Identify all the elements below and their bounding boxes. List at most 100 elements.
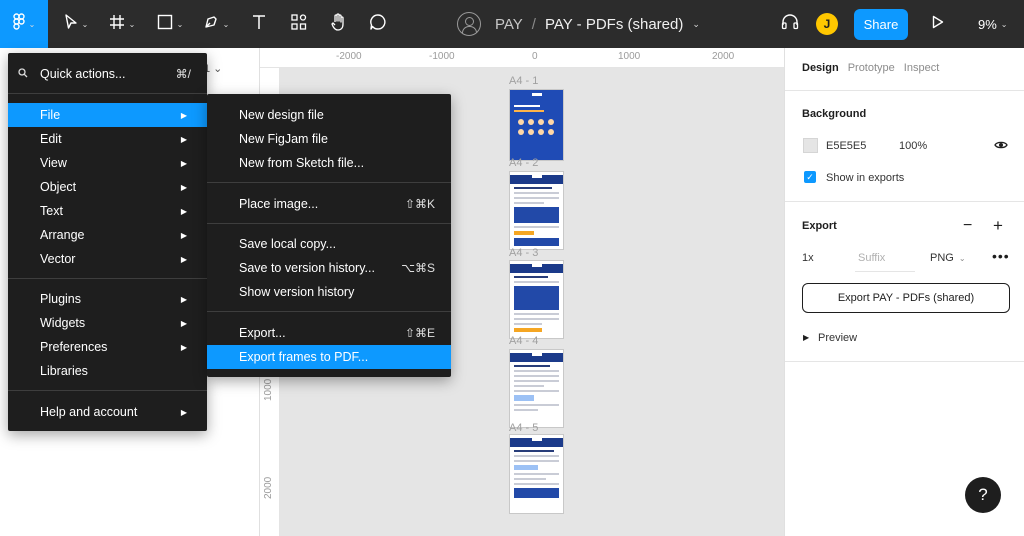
file-name[interactable]: PAY - PDFs (shared) <box>545 16 683 33</box>
menu-item-label: Quick actions... <box>40 67 126 81</box>
menu-item-widgets[interactable]: Widgets ▶ <box>8 311 207 335</box>
remove-export-icon[interactable]: − <box>963 217 972 235</box>
submenu-arrow-icon: ▶ <box>180 318 187 328</box>
hand-tool-button[interactable] <box>327 0 351 48</box>
text-tool-button[interactable] <box>248 0 270 48</box>
toolbar: ⌄ ⌄ ⌄ ⌄ ⌄ PAY / PAY - PDFs (shared) ⌄ J … <box>0 0 1024 48</box>
user-avatar[interactable]: J <box>816 13 838 35</box>
tab-design[interactable]: Design <box>802 62 839 74</box>
menu-item-label: New FigJam file <box>239 132 328 146</box>
suffix-input[interactable]: Suffix <box>858 252 885 264</box>
menu-item-vector[interactable]: Vector ▶ <box>8 247 207 271</box>
menu-item-plugins[interactable]: Plugins ▶ <box>8 287 207 311</box>
eye-icon[interactable] <box>994 140 1008 153</box>
menu-item-arrange[interactable]: Arrange ▶ <box>8 223 207 247</box>
menu-item-label: Show version history <box>239 285 355 299</box>
frame-thumbnail[interactable] <box>509 349 564 428</box>
search-icon <box>18 67 28 81</box>
frame-label[interactable]: A4 - 2 <box>509 157 538 169</box>
frame-thumbnail[interactable] <box>509 171 564 250</box>
menu-item-save-local-copy[interactable]: Save local copy... <box>207 232 451 256</box>
menu-item-new-from-sketch[interactable]: New from Sketch file... <box>207 151 451 175</box>
figma-menu-icon <box>12 13 25 35</box>
chevron-down-icon: ⌄ <box>128 19 136 29</box>
export-section-title: Export <box>802 220 837 232</box>
show-in-exports-checkbox[interactable]: ✓ <box>804 171 816 183</box>
chevron-down-icon: ⌄ <box>1000 19 1008 29</box>
menu-item-help-and-account[interactable]: Help and account ▶ <box>8 400 207 424</box>
main-menu-button[interactable]: ⌄ <box>0 0 48 48</box>
frame-thumbnail[interactable] <box>509 260 564 339</box>
menu-item-file[interactable]: File ▶ <box>8 103 207 127</box>
tab-prototype[interactable]: Prototype <box>848 62 895 74</box>
menu-item-new-figjam-file[interactable]: New FigJam file <box>207 127 451 151</box>
pen-tool-button[interactable]: ⌄ <box>198 0 234 48</box>
submenu-arrow-icon: ▶ <box>180 182 187 192</box>
frame-thumbnail[interactable] <box>509 434 564 514</box>
menu-item-new-design-file[interactable]: New design file <box>207 103 451 127</box>
frame-label[interactable]: A4 - 1 <box>509 75 538 87</box>
background-opacity[interactable]: 100% <box>899 140 927 152</box>
frame-label[interactable]: A4 - 4 <box>509 335 538 347</box>
submenu-arrow-icon: ▶ <box>180 206 187 216</box>
ruler-tick: 2000 <box>263 476 274 499</box>
show-in-exports-label: Show in exports <box>826 172 905 184</box>
ruler-tick: 0 <box>532 51 538 62</box>
caret-right-icon[interactable]: ▶ <box>803 333 809 342</box>
menu-item-export[interactable]: Export... ⇧⌘E <box>207 321 451 345</box>
ruler-tick: -1000 <box>429 51 455 62</box>
frame-label[interactable]: A4 - 3 <box>509 247 538 259</box>
help-button[interactable]: ? <box>965 477 1001 513</box>
menu-item-save-to-version-history[interactable]: Save to version history... ⌥⌘S <box>207 256 451 280</box>
move-tool-button[interactable]: ⌄ <box>58 0 94 48</box>
menu-item-view[interactable]: View ▶ <box>8 151 207 175</box>
menu-item-place-image[interactable]: Place image... ⇧⌘K <box>207 192 451 216</box>
export-format-select[interactable]: PNG ⌄ <box>930 252 966 264</box>
add-export-icon[interactable]: + <box>993 216 1003 236</box>
shape-tool-button[interactable]: ⌄ <box>152 0 188 48</box>
menu-item-label: Help and account <box>40 405 138 419</box>
menu-item-preferences[interactable]: Preferences ▶ <box>8 335 207 359</box>
audio-button[interactable] <box>778 0 802 48</box>
menu-item-label: Plugins <box>40 292 81 306</box>
menu-item-object[interactable]: Object ▶ <box>8 175 207 199</box>
present-button[interactable] <box>928 0 948 48</box>
menu-item-text[interactable]: Text ▶ <box>8 199 207 223</box>
export-scale[interactable]: 1x <box>802 252 814 264</box>
project-name[interactable]: PAY <box>495 16 523 33</box>
submenu-arrow-icon: ▶ <box>180 110 187 120</box>
frame-thumbnail[interactable] <box>509 89 564 161</box>
menu-item-label: Vector <box>40 252 76 266</box>
more-options-icon[interactable]: ••• <box>992 248 1010 264</box>
menu-item-show-version-history[interactable]: Show version history <box>207 280 451 304</box>
chevron-down-icon[interactable]: ⌄ <box>692 19 700 30</box>
menu-item-quick-actions[interactable]: Quick actions... ⌘/ <box>8 62 207 86</box>
check-icon: ✓ <box>806 171 814 182</box>
resources-button[interactable] <box>288 0 310 48</box>
background-hex[interactable]: E5E5E5 <box>826 140 866 152</box>
menu-item-label: Text <box>40 204 63 218</box>
frame-label[interactable]: A4 - 5 <box>509 422 538 434</box>
menu-item-label: Place image... <box>239 197 319 211</box>
menu-item-libraries[interactable]: Libraries <box>8 359 207 383</box>
submenu-arrow-icon: ▶ <box>180 342 187 352</box>
export-button[interactable]: Export PAY - PDFs (shared) <box>802 283 1010 313</box>
menu-item-edit[interactable]: Edit ▶ <box>8 127 207 151</box>
file-title[interactable]: PAY / PAY - PDFs (shared) ⌄ <box>457 0 700 48</box>
preview-toggle[interactable]: Preview <box>818 332 857 344</box>
share-button[interactable]: Share <box>854 9 908 40</box>
menu-item-export-frames-to-pdf[interactable]: Export frames to PDF... <box>207 345 451 369</box>
menu-shortcut: ⌥⌘S <box>401 261 435 275</box>
menu-item-label: Save local copy... <box>239 237 337 251</box>
zoom-control[interactable]: 9% ⌄ <box>978 0 1008 48</box>
pen-tool-icon <box>203 14 219 35</box>
comment-tool-button[interactable] <box>367 0 389 48</box>
ruler-top: -2000 -1000 0 1000 2000 <box>260 48 784 68</box>
menu-item-label: View <box>40 156 67 170</box>
frame-tool-button[interactable]: ⌄ <box>104 0 140 48</box>
menu-separator <box>8 390 207 391</box>
menu-item-label: Object <box>40 180 77 194</box>
tab-inspect[interactable]: Inspect <box>904 62 939 74</box>
menu-item-label: Libraries <box>40 364 88 378</box>
background-color-swatch[interactable] <box>803 138 818 153</box>
